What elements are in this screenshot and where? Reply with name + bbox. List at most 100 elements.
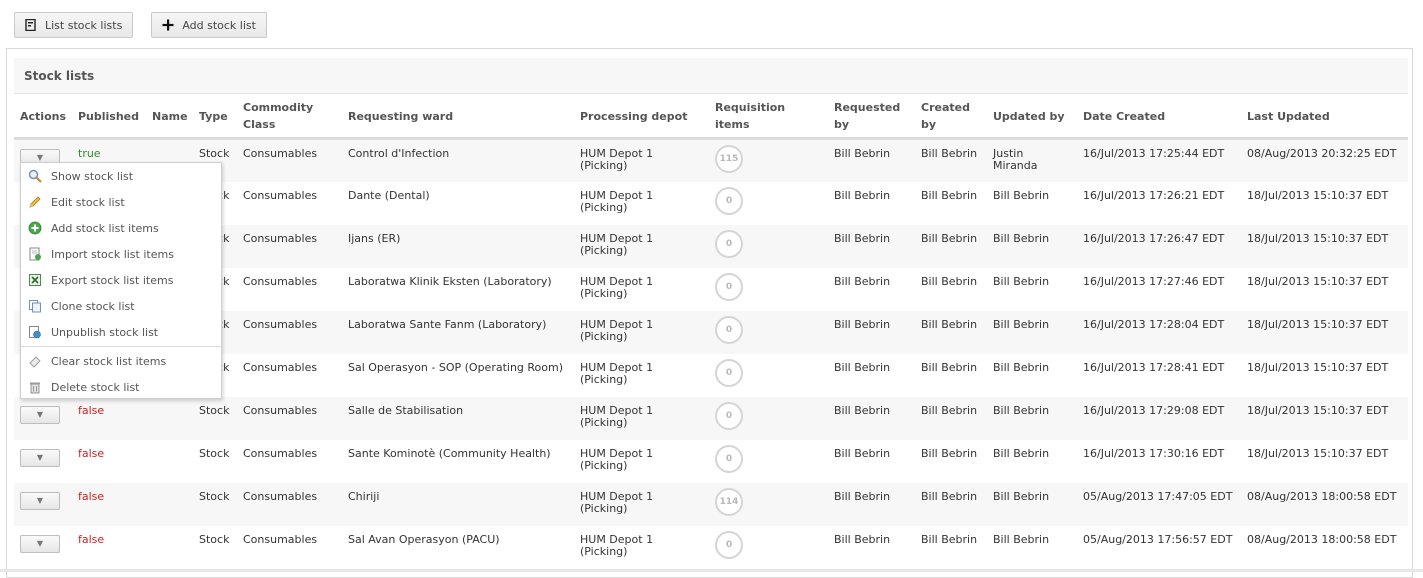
ward-cell: Laboratwa Sante Fanm (Laboratory) xyxy=(342,310,574,354)
col-processing-depot[interactable]: Processing depot xyxy=(574,95,709,140)
items-count-badge: 0 xyxy=(715,186,743,215)
type-cell: Stock xyxy=(193,396,237,440)
updated-by-cell: Bill Bebrin xyxy=(987,439,1077,483)
date-created-cell: 16/Jul/2013 17:27:46 EDT xyxy=(1077,267,1241,311)
date-created-cell: 05/Aug/2013 17:47:05 EDT xyxy=(1077,482,1241,526)
items-count-badge: 0 xyxy=(715,444,743,473)
published-cell: false xyxy=(72,396,146,440)
table-row: ▼ true Stock Consumables Sal Operasyon -… xyxy=(14,353,1408,397)
commodity-cell: Consumables xyxy=(237,224,342,268)
col-type[interactable]: Type xyxy=(193,95,237,140)
commodity-cell: Consumables xyxy=(237,310,342,354)
table-row: ▼ false Stock Consumables Salle de Stabi… xyxy=(14,396,1408,440)
table-header-row: Actions Published Name Type Commodity Cl… xyxy=(14,95,1408,140)
name-cell[interactable] xyxy=(146,439,193,483)
created-by-cell: Bill Bebrin xyxy=(915,224,987,268)
updated-by-cell: Bill Bebrin xyxy=(987,224,1077,268)
requested-by-cell: Bill Bebrin xyxy=(828,353,915,397)
date-created-cell: 16/Jul/2013 17:30:16 EDT xyxy=(1077,439,1241,483)
date-created-cell: 05/Aug/2013 17:56:57 EDT xyxy=(1077,525,1241,569)
requested-by-cell: Bill Bebrin xyxy=(828,181,915,225)
actions-dropdown-button[interactable]: ▼ xyxy=(20,534,60,553)
col-date-created[interactable]: Date Created xyxy=(1077,95,1241,140)
col-requisition-items[interactable]: Requisition items xyxy=(709,95,828,140)
magnifier-icon xyxy=(27,168,43,184)
chevron-down-icon: ▼ xyxy=(36,495,44,505)
menu-item-label: Show stock list xyxy=(51,169,134,183)
col-last-updated[interactable]: Last Updated xyxy=(1241,95,1408,140)
menu-item-edit[interactable]: Edit stock list xyxy=(21,189,221,215)
actions-cell: ▼ xyxy=(14,396,72,440)
menu-item-import[interactable]: Import stock list items xyxy=(21,241,221,267)
last-updated-cell: 18/Jul/2013 15:10:37 EDT xyxy=(1241,224,1408,268)
col-created-by[interactable]: Created by xyxy=(915,95,987,140)
last-updated-cell: 18/Jul/2013 15:10:37 EDT xyxy=(1241,439,1408,483)
add-stock-list-label: Add stock list xyxy=(182,18,256,32)
ward-cell: Salle de Stabilisation xyxy=(342,396,574,440)
published-cell: false xyxy=(72,439,146,483)
updated-by-cell: Justin Miranda xyxy=(987,138,1077,182)
col-updated-by[interactable]: Updated by xyxy=(987,95,1077,140)
items-cell: 0 xyxy=(709,439,828,483)
ward-cell: Sante Kominotè (Community Health) xyxy=(342,439,574,483)
col-commodity-class[interactable]: Commodity Class xyxy=(237,95,342,140)
items-count-badge: 0 xyxy=(715,272,743,301)
depot-cell: HUM Depot 1 (Picking) xyxy=(574,224,709,268)
menu-item-delete[interactable]: Delete stock list xyxy=(21,374,221,400)
depot-cell: HUM Depot 1 (Picking) xyxy=(574,439,709,483)
items-cell: 0 xyxy=(709,224,828,268)
col-requested-by[interactable]: Requested by xyxy=(828,95,915,140)
actions-dropdown-menu: Show stock list Edit stock list Add stoc… xyxy=(20,162,222,399)
actions-cell: ▼ xyxy=(14,525,72,569)
menu-item-clone[interactable]: Clone stock list xyxy=(21,293,221,319)
ward-cell: Laboratwa Klinik Eksten (Laboratory) xyxy=(342,267,574,311)
items-cell: 0 xyxy=(709,396,828,440)
list-stock-lists-button[interactable]: List stock lists xyxy=(14,12,134,38)
updated-by-cell: Bill Bebrin xyxy=(987,353,1077,397)
col-requesting-ward[interactable]: Requesting ward xyxy=(342,95,574,140)
table-row: ▼ true Stock Consumables Control d'Infec… xyxy=(14,138,1408,182)
add-stock-list-button[interactable]: Add stock list xyxy=(151,12,267,38)
last-updated-cell: 08/Aug/2013 18:00:58 EDT xyxy=(1241,482,1408,526)
col-published[interactable]: Published xyxy=(72,95,146,140)
menu-item-export[interactable]: Export stock list items xyxy=(21,267,221,293)
ward-cell: Chiriji xyxy=(342,482,574,526)
actions-dropdown-button[interactable]: ▼ xyxy=(20,405,60,424)
created-by-cell: Bill Bebrin xyxy=(915,353,987,397)
items-count-badge: 0 xyxy=(715,401,743,430)
menu-item-show[interactable]: Show stock list xyxy=(21,163,221,189)
name-cell[interactable] xyxy=(146,525,193,569)
date-created-cell: 16/Jul/2013 17:25:44 EDT xyxy=(1077,138,1241,182)
items-count-badge: 0 xyxy=(715,315,743,344)
chevron-down-icon: ▼ xyxy=(36,409,44,419)
menu-item-clear[interactable]: Clear stock list items xyxy=(21,348,221,374)
updated-by-cell: Bill Bebrin xyxy=(987,310,1077,354)
commodity-cell: Consumables xyxy=(237,525,342,569)
menu-item-label: Add stock list items xyxy=(51,221,159,235)
actions-dropdown-button[interactable]: ▼ xyxy=(20,491,60,510)
actions-dropdown-button[interactable]: ▼ xyxy=(20,448,60,467)
published-cell: false xyxy=(72,525,146,569)
menu-item-unpublish[interactable]: Unpublish stock list xyxy=(21,319,221,345)
requested-by-cell: Bill Bebrin xyxy=(828,525,915,569)
name-cell[interactable] xyxy=(146,482,193,526)
commodity-cell: Consumables xyxy=(237,267,342,311)
col-name[interactable]: Name xyxy=(146,95,193,140)
requested-by-cell: Bill Bebrin xyxy=(828,482,915,526)
created-by-cell: Bill Bebrin xyxy=(915,439,987,483)
type-cell: Stock xyxy=(193,439,237,483)
list-icon xyxy=(25,19,37,31)
depot-cell: HUM Depot 1 (Picking) xyxy=(574,310,709,354)
menu-item-label: Delete stock list xyxy=(51,380,140,394)
updated-by-cell: Bill Bebrin xyxy=(987,267,1077,311)
commodity-cell: Consumables xyxy=(237,396,342,440)
table-row: ▼ false Stock Consumables Sante Kominotè… xyxy=(14,439,1408,483)
items-count-badge: 0 xyxy=(715,530,743,559)
name-cell[interactable] xyxy=(146,396,193,440)
last-updated-cell: 18/Jul/2013 15:10:37 EDT xyxy=(1241,310,1408,354)
depot-cell: HUM Depot 1 (Picking) xyxy=(574,482,709,526)
published-cell: false xyxy=(72,482,146,526)
menu-item-label: Clear stock list items xyxy=(51,354,167,368)
menu-item-add-items[interactable]: Add stock list items xyxy=(21,215,221,241)
toolbar: List stock lists Add stock list xyxy=(14,12,267,38)
